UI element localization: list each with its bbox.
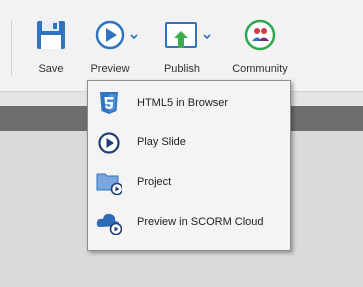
save-button[interactable]: Save — [31, 18, 71, 80]
toolbar-separator — [11, 20, 12, 76]
preview-label: Preview — [90, 63, 130, 75]
save-icon — [37, 21, 65, 49]
publish-icon — [165, 22, 197, 48]
preview-dropdown-menu: HTML5 in Browser Play Slide Project Prev… — [87, 80, 291, 251]
publish-button[interactable]: Publish — [163, 18, 213, 80]
community-button[interactable]: Community — [228, 18, 292, 80]
menu-item-label: Play Slide — [137, 136, 186, 148]
toolbar: Save Preview Publish Community — [0, 0, 363, 92]
project-folder-play-icon — [96, 173, 122, 195]
menu-item-preview-in-scorm-cloud[interactable]: Preview in SCORM Cloud — [88, 203, 290, 239]
publish-label: Publish — [163, 63, 201, 75]
menu-item-label: HTML5 in Browser — [137, 97, 229, 109]
chevron-down-icon — [203, 34, 211, 40]
chevron-down-icon — [130, 34, 138, 40]
menu-item-html5-in-browser[interactable]: HTML5 in Browser — [88, 84, 290, 120]
html5-icon — [100, 92, 118, 114]
menu-item-play-slide[interactable]: Play Slide — [88, 123, 290, 159]
scorm-cloud-play-icon — [96, 213, 122, 235]
community-label: Community — [232, 63, 288, 75]
play-circle-icon — [95, 20, 125, 50]
community-icon — [244, 19, 276, 51]
menu-item-label: Preview in SCORM Cloud — [137, 216, 264, 228]
menu-item-project[interactable]: Project — [88, 163, 290, 199]
play-circle-icon — [98, 132, 120, 154]
menu-item-label: Project — [137, 176, 172, 188]
preview-button[interactable]: Preview — [90, 18, 142, 80]
save-label: Save — [38, 63, 64, 75]
